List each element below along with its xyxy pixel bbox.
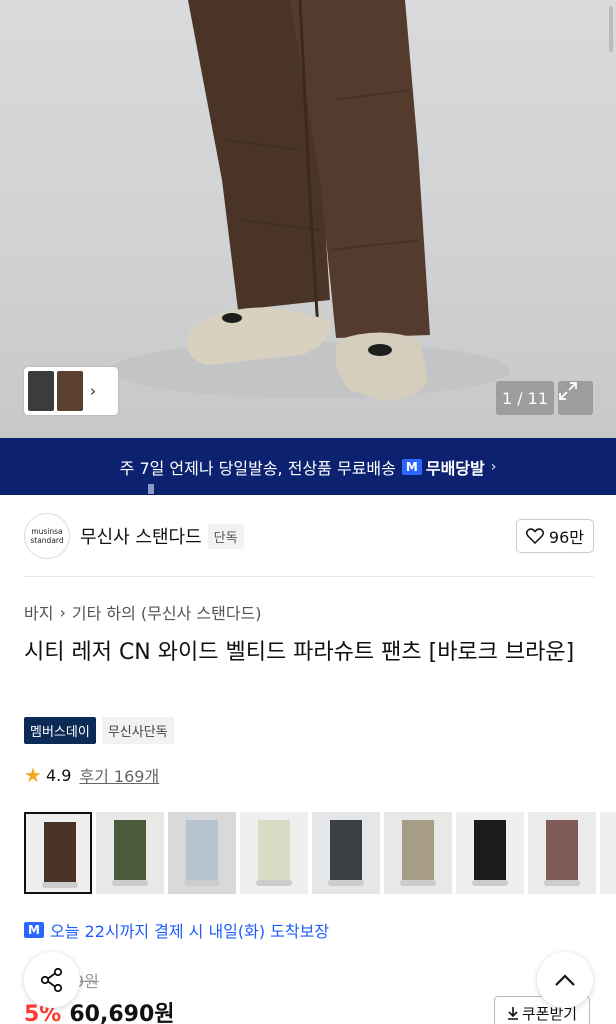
membersday-chip: 멤버스데이 xyxy=(24,717,96,744)
swatch-pants xyxy=(474,820,506,880)
reviews-link[interactable]: 후기 169개 xyxy=(79,763,159,787)
chevron-up-icon xyxy=(555,974,575,986)
swatch-shoe xyxy=(400,880,436,886)
logo-line1: musinsa xyxy=(31,527,63,536)
product-title: 시티 레저 CN 와이드 벨티드 파라슈트 팬츠 [바로크 브라운] xyxy=(24,640,575,665)
image-counter: 1 / 11 xyxy=(496,381,554,415)
brand-logo[interactable]: musinsa standard xyxy=(24,513,70,559)
rating-value: 4.9 xyxy=(45,765,72,785)
color-option-mauve[interactable] xyxy=(528,812,596,894)
brand-name[interactable]: 무신사 스탠다드 xyxy=(80,523,202,549)
banner-indicator xyxy=(148,484,154,494)
mini-thumb-2 xyxy=(57,371,83,411)
image-thumbnail-strip[interactable]: › xyxy=(24,367,118,415)
swatch-shoe xyxy=(544,880,580,886)
delivery-guarantee: M 오늘 22시까지 결제 시 내일(화) 도착보장 xyxy=(24,918,329,942)
swatch-shoe xyxy=(184,880,220,886)
banner-text: 주 7일 언제나 당일발송, 전상품 무료배송 xyxy=(119,458,396,478)
color-option-light-blue[interactable] xyxy=(168,812,236,894)
color-option-brown[interactable] xyxy=(24,812,92,894)
page-scrollbar[interactable] xyxy=(609,6,613,52)
swatch-pants xyxy=(546,820,578,880)
swatch-pants xyxy=(114,820,146,880)
delivery-text: 오늘 22시까지 결제 시 내일(화) 도착보장 xyxy=(50,922,330,941)
swatch-shoe xyxy=(472,880,508,886)
color-options xyxy=(24,812,616,894)
download-icon xyxy=(507,1007,518,1020)
rating-row: ★ 4.9 후기 169개 xyxy=(24,763,159,787)
color-option-olive[interactable] xyxy=(96,812,164,894)
like-button[interactable]: 96만 xyxy=(515,519,594,553)
brand-row: musinsa standard 무신사 스탠다드 단독 96만 xyxy=(24,513,594,559)
musinsa-m-icon: M xyxy=(401,458,422,475)
exclusive-chip: 무신사단독 xyxy=(101,717,174,744)
breadcrumb: 바지 › 기타 하의 (무신사 스탠다드) xyxy=(24,600,262,624)
mini-thumb-1 xyxy=(28,371,54,411)
like-count: 96만 xyxy=(548,528,584,547)
scroll-top-button[interactable] xyxy=(537,952,593,1008)
star-icon: ★ xyxy=(24,763,42,787)
chevron-right-icon: › xyxy=(59,602,66,622)
swatch-pants xyxy=(186,820,218,880)
color-option-cream[interactable] xyxy=(240,812,308,894)
product-chips: 멤버스데이 무신사단독 xyxy=(24,717,174,744)
swatch-shoe xyxy=(256,880,292,886)
color-option-charcoal[interactable] xyxy=(312,812,380,894)
swatch-shoe xyxy=(112,880,148,886)
swatch-shoe xyxy=(328,880,364,886)
swatch-pants xyxy=(44,822,76,882)
sale-price: 60,690원 xyxy=(69,1002,175,1024)
breadcrumb-subcategory[interactable]: 기타 하의 (무신사 스탠다드) xyxy=(72,600,262,624)
badge-label: 무배당발 xyxy=(425,458,485,478)
swatch-pants xyxy=(402,820,434,880)
share-button[interactable] xyxy=(24,952,80,1008)
divider xyxy=(24,576,594,577)
product-hero-image[interactable]: › 1 / 11 xyxy=(0,0,616,438)
swatch-pants xyxy=(330,820,362,880)
heart-icon xyxy=(525,528,544,544)
musinsa-m-icon: M xyxy=(24,922,44,938)
exclusive-tag: 단독 xyxy=(207,523,244,549)
chevron-right-icon: › xyxy=(90,382,96,400)
free-shipping-banner[interactable]: 주 7일 언제나 당일발송, 전상품 무료배송 M 무배당발 › xyxy=(0,438,616,495)
color-option-partial[interactable] xyxy=(600,812,616,894)
swatch-pants xyxy=(258,820,290,880)
color-option-khaki[interactable] xyxy=(384,812,452,894)
breadcrumb-category[interactable]: 바지 xyxy=(24,600,53,624)
chevron-right-icon: › xyxy=(490,458,497,475)
color-option-black[interactable] xyxy=(456,812,524,894)
mubaedangbal-badge: M 무배당발 xyxy=(401,455,485,479)
share-icon xyxy=(40,967,63,993)
expand-icon[interactable] xyxy=(558,381,593,415)
swatch-shoe xyxy=(42,882,78,888)
logo-line2: standard xyxy=(30,536,64,545)
